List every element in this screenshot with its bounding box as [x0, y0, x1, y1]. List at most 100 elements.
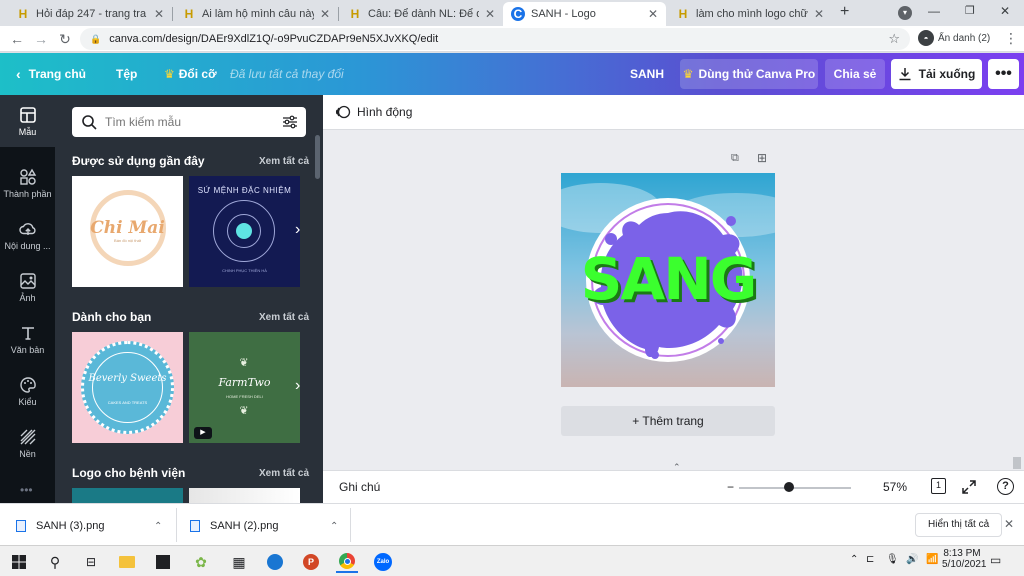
chevron-right-icon[interactable]: › — [295, 377, 300, 395]
incognito-profile[interactable]: ◓ Ẩn danh (2) — [918, 30, 990, 46]
rail-item-photos[interactable]: Ảnh — [0, 261, 55, 313]
canva-header: ‹ Trang chủ Tệp ♛ Đổi cỡ Đã lưu tất cả t… — [0, 53, 1024, 95]
design-title[interactable]: SANH — [630, 59, 664, 89]
file-menu-button[interactable]: Tệp — [116, 59, 137, 89]
rail-item-templates[interactable]: Mẫu — [0, 95, 55, 147]
design-canvas[interactable]: SANG — [561, 173, 775, 387]
minimize-icon[interactable]: — — [928, 4, 940, 18]
rail-item-background[interactable]: Nền — [0, 417, 55, 469]
network-icon[interactable]: ⊏ — [866, 554, 874, 565]
browser-menu-icon[interactable]: ⋮ — [1004, 30, 1018, 47]
microphone-icon[interactable]: 🎙 — [886, 554, 899, 565]
notes-button[interactable]: Ghi chú — [339, 480, 380, 494]
download-item[interactable]: SANH (3).png ⌃ — [16, 512, 162, 540]
try-pro-button[interactable]: ♛ Dùng thử Canva Pro — [680, 59, 818, 89]
chevron-up-icon[interactable]: ⌃ — [154, 521, 162, 532]
app-icon[interactable] — [264, 551, 286, 573]
zoom-level[interactable]: 57% — [883, 480, 907, 494]
duplicate-page-icon[interactable]: ⧉ — [731, 152, 739, 165]
search-input[interactable] — [105, 115, 265, 129]
chevron-up-icon[interactable]: ⌃ — [330, 521, 338, 532]
section-title: Dành cho bạn — [72, 310, 152, 324]
template-thumb[interactable] — [189, 488, 300, 503]
template-thumb[interactable]: SỨ MỆNH ĐẶC NHIỆM CHINH PHỤC THIÊN HÀ — [189, 176, 300, 287]
close-tab-icon[interactable]: ✕ — [814, 7, 824, 21]
panel-scrollbar[interactable] — [315, 135, 320, 179]
filter-icon[interactable] — [282, 115, 298, 129]
file-explorer-icon[interactable] — [116, 551, 138, 573]
more-options-button[interactable]: ••• — [988, 59, 1019, 89]
browser-tab[interactable]: H Ai làm hộ mình câu này với? ✕ — [174, 2, 338, 26]
bookmark-star-icon[interactable]: ☆ — [888, 31, 900, 47]
app-icon[interactable]: ✿ — [190, 551, 212, 573]
windows-taskbar: ⚲ ⊟ ✿ ▦ P Zalo ⌃ ⊏ 🎙 🔊 📶 8:13 PM 5/10/20… — [0, 545, 1024, 576]
close-window-icon[interactable]: ✕ — [1000, 4, 1010, 18]
rail-item-uploads[interactable]: Nội dung ... — [0, 209, 55, 261]
show-all-downloads-button[interactable]: Hiển thị tất cả — [915, 513, 1003, 537]
address-bar[interactable]: 🔒 canva.com/design/DAEr9XdlZ1Q/-o9PvuCZD… — [80, 28, 910, 50]
back-icon[interactable]: ← — [8, 30, 26, 48]
windows-start-icon[interactable] — [8, 551, 30, 573]
speaker-icon[interactable]: 🔊 — [906, 554, 918, 565]
forward-icon[interactable]: → — [32, 30, 50, 48]
add-page-button[interactable]: + Thêm trang — [561, 406, 775, 436]
close-tab-icon[interactable]: ✕ — [648, 7, 658, 21]
restore-icon[interactable]: ❐ — [965, 4, 975, 17]
reload-icon[interactable]: ↻ — [56, 30, 74, 48]
template-thumb[interactable]: Chi Mai Bán đồ nội thất — [72, 176, 183, 287]
more-rail-icon[interactable]: ••• — [20, 483, 33, 497]
share-button[interactable]: Chia sẻ — [825, 59, 885, 89]
rail-item-styles[interactable]: Kiểu — [0, 365, 55, 417]
template-thumb[interactable]: Beverly Sweets CAKES AND TREATS — [72, 332, 183, 443]
see-all-link[interactable]: Xem tất cả — [259, 312, 309, 323]
template-search[interactable] — [72, 107, 306, 137]
calculator-icon[interactable]: ▦ — [228, 551, 250, 573]
rail-label: Ảnh — [19, 292, 36, 303]
download-label: Tải xuống — [918, 67, 976, 81]
search-icon[interactable]: ⚲ — [44, 551, 66, 573]
see-all-link[interactable]: Xem tất cả — [259, 156, 309, 167]
template-panel: Được sử dụng gần đây Xem tất cả Chi Mai … — [55, 95, 323, 503]
wifi-icon[interactable]: 📶 — [926, 554, 938, 565]
rail-item-text[interactable]: Văn bản — [0, 313, 55, 365]
store-icon[interactable] — [152, 551, 174, 573]
see-all-link[interactable]: Xem tất cả — [259, 468, 309, 479]
browser-tab[interactable]: H làm cho mình logo chữ Sang ✕ — [668, 2, 832, 26]
powerpoint-icon[interactable]: P — [300, 551, 322, 573]
zoom-slider[interactable] — [739, 487, 851, 489]
clock[interactable]: 8:13 PM 5/10/2021 — [942, 548, 987, 570]
task-view-icon[interactable]: ⊟ — [80, 551, 102, 573]
tab-search-icon[interactable]: ▾ — [898, 6, 912, 20]
close-tab-icon[interactable]: ✕ — [485, 7, 495, 21]
zoom-slider-handle[interactable] — [783, 482, 794, 492]
fullscreen-icon[interactable] — [961, 479, 977, 495]
chrome-icon[interactable] — [336, 551, 358, 573]
workspace-scrollbar[interactable] — [1013, 457, 1021, 469]
notification-icon[interactable]: ▭ — [990, 553, 1001, 567]
browser-tab[interactable]: H Câu: Để dành NL: Để dành ng ✕ — [340, 2, 503, 26]
close-tab-icon[interactable]: ✕ — [320, 7, 330, 21]
close-tab-icon[interactable]: ✕ — [154, 7, 164, 21]
styles-icon — [19, 376, 36, 393]
resize-button[interactable]: ♛ Đổi cỡ — [164, 59, 217, 89]
new-tab-icon[interactable]: + — [840, 3, 849, 21]
animate-button[interactable]: Hình động — [335, 104, 412, 120]
template-thumb[interactable] — [72, 488, 183, 503]
browser-tab[interactable]: H Hỏi đáp 247 - trang tra lời ✕ — [8, 2, 172, 26]
home-button[interactable]: ‹ Trang chủ — [16, 59, 86, 89]
page-count-button[interactable]: 1 — [931, 478, 946, 494]
download-item[interactable]: SANH (2).png ⌃ — [190, 512, 338, 540]
chevron-up-icon[interactable]: ⌃ — [850, 554, 858, 565]
add-page-icon[interactable]: ⊞ — [757, 151, 767, 165]
chevron-right-icon[interactable]: › — [295, 221, 300, 239]
close-downloads-icon[interactable]: ✕ — [1004, 517, 1014, 531]
rail-item-elements[interactable]: Thành phần — [0, 157, 55, 209]
clock-time: 8:13 PM — [943, 548, 981, 559]
download-button[interactable]: Tải xuống — [891, 59, 982, 89]
zalo-icon[interactable]: Zalo — [372, 551, 394, 573]
template-thumb[interactable]: ❦ FarmTwo HOME FRESH DELI ❦ ▶ — [189, 332, 300, 443]
profile-label: Ẩn danh (2) — [938, 32, 991, 44]
help-icon[interactable]: ? — [997, 478, 1014, 495]
browser-tab-active[interactable]: C SANH - Logo ✕ — [503, 2, 666, 26]
zoom-out-icon[interactable]: − — [727, 480, 734, 494]
